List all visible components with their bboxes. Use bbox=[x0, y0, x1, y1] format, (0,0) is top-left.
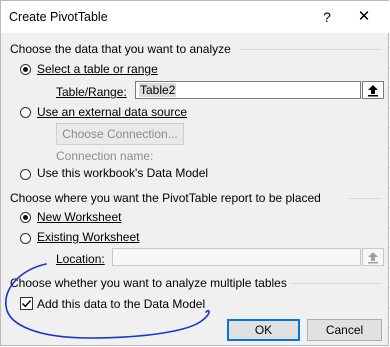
cancel-button[interactable]: Cancel bbox=[307, 319, 382, 341]
data-model-label: Use this workbook's Data Model bbox=[37, 166, 209, 180]
checkmark-icon bbox=[22, 300, 32, 308]
close-button[interactable]: ✕ bbox=[352, 6, 376, 28]
help-button[interactable]: ? bbox=[317, 7, 337, 27]
location-input[interactable] bbox=[112, 248, 361, 266]
collapse-dialog-icon bbox=[368, 85, 378, 97]
add-data-model-checkbox[interactable] bbox=[20, 297, 33, 310]
table-range-picker-button[interactable] bbox=[362, 81, 384, 99]
title-bar: Create PivotTable ? ✕ bbox=[1, 1, 390, 33]
table-range-label: Table/Range: bbox=[56, 85, 127, 99]
section-heading-placement: Choose where you want the PivotTable rep… bbox=[10, 191, 321, 205]
section-divider bbox=[241, 49, 381, 50]
radio-external-source[interactable] bbox=[20, 107, 31, 118]
table-range-text: Table/Range: bbox=[56, 85, 127, 99]
location-label: Location: bbox=[56, 252, 105, 266]
select-table-label: Select a table or range bbox=[37, 62, 158, 76]
new-worksheet-label: New Worksheet bbox=[37, 210, 121, 224]
radio-select-table[interactable] bbox=[20, 64, 31, 75]
section-heading-data: Choose the data that you want to analyze bbox=[10, 42, 231, 56]
external-source-label: Use an external data source bbox=[37, 105, 187, 119]
add-data-model-label: Add this data to the Data Model bbox=[37, 297, 206, 311]
radio-new-worksheet[interactable] bbox=[20, 212, 31, 223]
existing-worksheet-label: Existing Worksheet bbox=[37, 230, 140, 244]
connection-name-label: Connection name: bbox=[56, 149, 154, 163]
ok-button[interactable]: OK bbox=[227, 319, 300, 341]
section-divider bbox=[291, 283, 381, 284]
section-heading-multiple: Choose whether you want to analyze multi… bbox=[10, 276, 287, 290]
section-divider bbox=[349, 198, 381, 199]
location-picker-button[interactable] bbox=[362, 248, 384, 266]
table-range-input[interactable]: Table2 bbox=[135, 81, 361, 99]
collapse-dialog-icon bbox=[368, 252, 378, 264]
create-pivottable-dialog: Create PivotTable ? ✕ Choose the data th… bbox=[0, 0, 390, 346]
select-table-text: Select a table or range bbox=[37, 62, 158, 76]
choose-connection-button[interactable]: Choose Connection... bbox=[56, 123, 184, 145]
external-source-text: Use an external data source bbox=[37, 105, 188, 119]
radio-existing-worksheet[interactable] bbox=[20, 233, 31, 244]
table-range-value: Table2 bbox=[139, 83, 177, 97]
radio-data-model[interactable] bbox=[20, 169, 31, 180]
new-worksheet-text: New Worksheet bbox=[37, 210, 122, 224]
dialog-title: Create PivotTable bbox=[9, 10, 108, 24]
location-text: Location: bbox=[56, 252, 105, 266]
existing-worksheet-text: Existing Worksheet bbox=[37, 230, 140, 244]
